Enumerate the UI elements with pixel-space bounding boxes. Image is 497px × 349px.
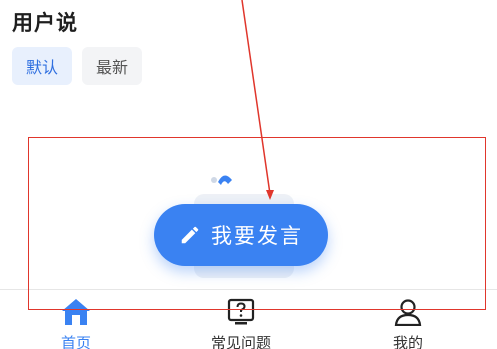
sort-tabs: 默认 最新	[12, 47, 143, 85]
section-title: 用户说	[12, 11, 78, 35]
home-icon	[62, 299, 90, 325]
nav-label-home: 首页	[60, 334, 91, 349]
nav-item-mine[interactable]: 我的	[368, 298, 448, 349]
nav-item-home[interactable]: 首页	[36, 298, 116, 349]
post-button[interactable]: 我要发言	[154, 204, 328, 266]
pencil-icon	[181, 226, 199, 244]
page: 用户说 默认 最新 我要发言 首页 常见问题 我的	[0, 0, 497, 349]
question-box-icon	[227, 298, 255, 325]
user-icon	[394, 299, 422, 326]
tab-latest[interactable]: 最新	[82, 47, 143, 85]
nav-label-mine: 我的	[392, 334, 423, 349]
bottom-nav: 首页 常见问题 我的	[0, 289, 497, 349]
nav-item-faq[interactable]: 常见问题	[201, 298, 281, 349]
tab-default[interactable]: 默认	[12, 47, 73, 85]
post-button-label: 我要发言	[211, 224, 303, 248]
nav-label-faq: 常见问题	[210, 334, 271, 349]
